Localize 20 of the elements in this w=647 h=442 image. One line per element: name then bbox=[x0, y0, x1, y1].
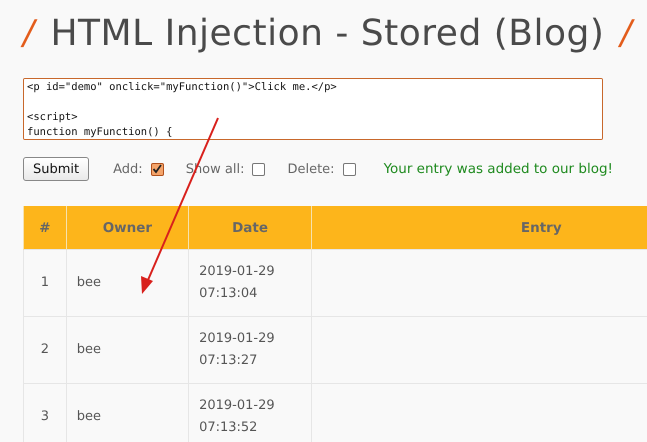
success-message: Your entry was added to our blog! bbox=[384, 161, 613, 177]
checkbox[interactable] bbox=[342, 162, 356, 176]
table-cell: bee bbox=[66, 316, 189, 384]
page-title: HTML Injection - Stored (Blog) bbox=[50, 12, 604, 54]
column-header: Owner bbox=[66, 206, 189, 250]
checkmark-icon bbox=[152, 164, 162, 174]
option-label: Add: bbox=[113, 162, 143, 176]
option-label: Delete: bbox=[287, 162, 335, 176]
checkbox[interactable] bbox=[252, 162, 266, 176]
table-cell: 2019-01-29 07:13:04 bbox=[188, 250, 312, 316]
entry-field[interactable]: <p id="demo" onclick="myFunction()">Click me.</p> <script> function myFunction() { bbox=[23, 78, 603, 140]
column-header: Entry bbox=[312, 206, 647, 250]
table-cell: 3 bbox=[24, 384, 66, 442]
table-cell: 1 bbox=[24, 250, 66, 316]
checkbox[interactable] bbox=[150, 162, 164, 176]
submit-button[interactable]: Submit bbox=[23, 157, 90, 181]
column-header: Date bbox=[188, 206, 312, 250]
table-cell: 2019-01-29 07:13:27 bbox=[188, 316, 312, 384]
table-cell: 2 bbox=[24, 316, 66, 384]
column-header: # bbox=[24, 206, 66, 250]
